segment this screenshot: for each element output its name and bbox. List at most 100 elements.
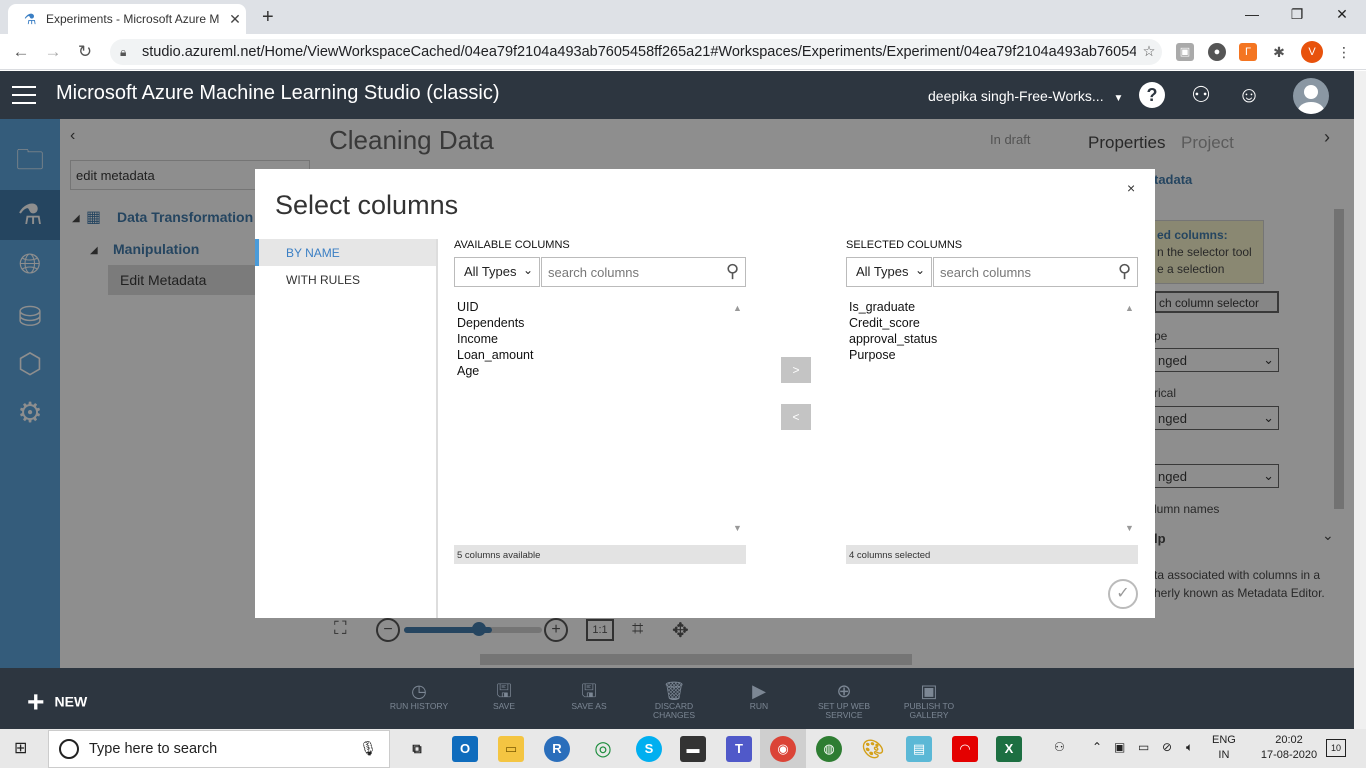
puzzle-icon[interactable]: ✱ [1270,43,1288,61]
maximize-icon[interactable]: ❐ [1285,6,1309,23]
user-avatar[interactable] [1293,78,1329,114]
back-icon[interactable]: ← [10,42,32,62]
publish-gallery-button[interactable]: ▣ PUBLISH TO GALLERY [894,680,964,720]
list-item[interactable]: Dependents [457,315,746,331]
hamburger-menu-icon[interactable] [12,86,36,110]
list-item[interactable]: Loan_amount [457,347,746,363]
save-button[interactable]: 🖫︎ SAVE [469,680,539,711]
bookmark-star-icon[interactable]: ☆ [1136,44,1162,60]
scroll-down-icon[interactable]: ▼ [1125,520,1134,536]
tab-with-rules[interactable]: WITH RULES [255,266,437,293]
forward-icon[interactable]: → [42,42,64,62]
menu-dots-icon[interactable]: ⋮ [1335,43,1353,61]
available-search-input[interactable]: search columns ⚲ [541,257,746,287]
available-type-filter[interactable]: All Types ⌄ [454,257,540,287]
profile-avatar[interactable]: V [1301,41,1323,63]
list-item[interactable]: Purpose [849,347,1138,363]
list-scrollbar[interactable]: ▲ ▼ [730,298,746,538]
run-label: RUN [749,701,769,711]
close-tab-icon[interactable]: ✕ [224,11,246,28]
people-icon[interactable]: ⚇ [1054,740,1065,754]
search-icon[interactable]: ⚲ [726,261,739,282]
wifi-off-icon[interactable]: ⊘ [1162,740,1172,754]
workspace-selector[interactable]: deepika singh-Free-Works... ▼ [928,88,1123,104]
community-icon[interactable]: ⚇ [1188,82,1214,108]
list-item[interactable]: Credit_score [849,315,1138,331]
chrome-icon[interactable]: ◉ [770,736,796,762]
list-scrollbar[interactable]: ▲ ▼ [1122,298,1138,538]
new-button[interactable]: + NEW [27,686,87,720]
tab-by-name[interactable]: BY NAME [255,239,437,266]
r-studio-icon[interactable]: R [544,736,570,762]
list-item[interactable]: UID [457,299,746,315]
tray-chevron-up-icon[interactable]: ⌃ [1092,740,1102,754]
move-right-button[interactable]: > [781,357,811,383]
play-icon: ▶ [752,681,766,701]
scroll-up-icon[interactable]: ▲ [733,300,742,316]
browser-tab[interactable]: ⚗ Experiments - Microsoft Azure M ✕ [8,4,246,34]
selected-search-input[interactable]: search columns ⚲ [933,257,1138,287]
run-button[interactable]: ▶ RUN [724,680,794,711]
new-label: NEW [54,693,88,710]
close-icon[interactable]: × [1127,180,1135,196]
paint-icon[interactable]: 🎨︎ [860,736,886,762]
feedback-smiley-icon[interactable]: ☺ [1236,82,1262,108]
reload-icon[interactable]: ↻ [74,42,96,62]
ok-check-button[interactable]: ✓ [1108,579,1138,609]
chevron-down-icon: ▼ [1113,93,1124,104]
microphone-icon[interactable]: 🎙︎ [359,740,377,757]
notification-center-icon[interactable]: 10 [1326,739,1346,757]
search-icon[interactable]: ⚲ [1118,261,1131,282]
airtel-icon[interactable]: ◠ [952,736,978,762]
url-text: studio.azureml.net/Home/ViewWorkspaceCac… [142,44,1136,60]
available-columns-list[interactable]: UID Dependents Income Loan_amount Age ▲ ▼ [454,298,746,538]
help-icon[interactable]: ? [1139,82,1165,108]
save-as-button[interactable]: 🖫︎ SAVE AS [554,680,624,711]
app-ring-icon[interactable]: ◎ [590,736,616,762]
available-count: 5 columns available [454,545,746,564]
publish-label-2: GALLERY [909,710,949,720]
selected-type-filter[interactable]: All Types ⌄ [846,257,932,287]
extension-circle-icon[interactable]: ● [1208,43,1226,61]
list-item[interactable]: Is_graduate [849,299,1138,315]
selected-columns-list[interactable]: Is_graduate Credit_score approval_status… [846,298,1138,538]
extension-orange-icon[interactable]: Γ [1239,43,1257,61]
run-history-button[interactable]: ◷ RUN HISTORY [384,680,454,711]
skype-icon[interactable]: S [636,736,662,762]
terminal-icon[interactable]: ▬ [680,736,706,762]
page-scrollbar[interactable] [1354,71,1366,729]
task-view-icon[interactable]: ⧉ [404,736,430,762]
taskbar-search-placeholder: Type here to search [89,741,218,757]
minimize-icon[interactable]: — [1240,6,1264,22]
scroll-down-icon[interactable]: ▼ [733,520,742,536]
tray-app-icon[interactable]: ▣ [1114,740,1125,754]
taskbar-search-input[interactable]: Type here to search 🎙︎ [48,730,390,768]
outlook-icon[interactable]: O [452,736,478,762]
gallery-icon: ▣ [920,681,938,701]
teams-icon[interactable]: T [726,736,752,762]
list-item[interactable]: Income [457,331,746,347]
windows-start-icon[interactable]: ⊞ [14,738,27,758]
notepad-icon[interactable]: ▤ [906,736,932,762]
selected-count: 4 columns selected [846,545,1138,564]
close-window-icon[interactable]: ✕ [1330,6,1354,23]
list-item[interactable]: Age [457,363,746,379]
save-disk-icon: 🖫︎ [496,681,512,701]
available-search-placeholder: search columns [548,265,640,280]
network-icon[interactable]: ▭ [1138,740,1149,754]
excel-icon[interactable]: X [996,736,1022,762]
file-explorer-icon[interactable]: ▭ [498,736,524,762]
address-bar[interactable]: 🔒︎ studio.azureml.net/Home/ViewWorkspace… [110,39,1162,65]
globe-app-icon[interactable]: ◍ [816,736,842,762]
extension-icon[interactable]: ▣ [1176,43,1194,61]
volume-icon[interactable]: 🔈︎ [1186,740,1193,755]
discard-changes-button[interactable]: 🗑︎ DISCARD CHANGES [639,680,709,720]
move-left-button[interactable]: < [781,404,811,430]
new-tab-icon[interactable]: + [262,6,274,29]
setup-web-service-button[interactable]: ⊕ SET UP WEB SERVICE [809,680,879,720]
taskbar-clock[interactable]: 20:02 17-08-2020 [1258,733,1320,763]
list-item[interactable]: approval_status [849,331,1138,347]
scroll-up-icon[interactable]: ▲ [1125,300,1134,316]
plus-icon: + [27,686,45,719]
input-language[interactable]: ENG IN [1212,733,1236,763]
